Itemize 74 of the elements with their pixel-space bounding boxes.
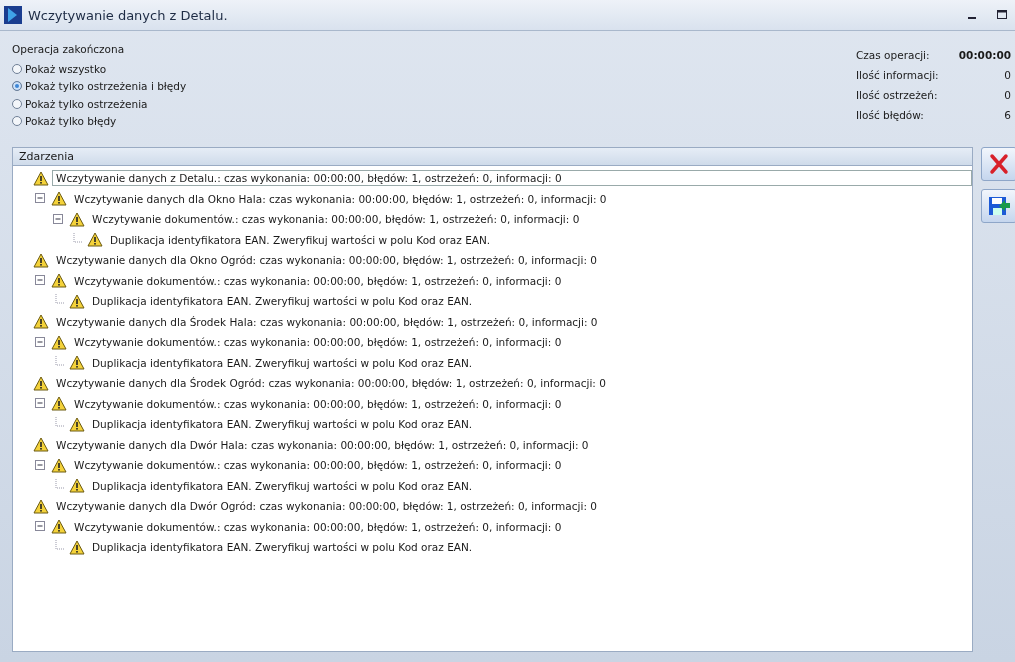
filter-radio[interactable]: Pokaż tylko błędy [12, 112, 187, 130]
status-label: Operacja zakończona [12, 43, 126, 55]
stat-value: 00:00:00 [958, 49, 1011, 61]
radio-icon[interactable] [12, 81, 22, 92]
radio-label: Pokaż tylko ostrzeżenia [25, 97, 148, 110]
stat-label: Ilość informacji: [856, 69, 939, 81]
warning-icon [69, 293, 85, 309]
event-item[interactable]: Wczytywanie dokumentów.: czas wykonania: 00:00:00, błędów: 1, ostrzeżeń: 0, informacji: 0 [70, 518, 566, 535]
collapse-icon[interactable] [35, 336, 46, 348]
event-item[interactable]: Duplikacja identyfikatora EAN. Zweryfikuj wartości w polu Kod oraz EAN. [88, 293, 477, 310]
warning-icon [51, 396, 67, 412]
warning-icon [51, 273, 67, 289]
warning-icon [51, 457, 67, 473]
event-item[interactable]: Wczytywanie danych dla Okno Hala: czas wykonania: 00:00:00, błędów: 1, ostrzeżeń: 0, informacji: 0 [70, 190, 611, 207]
stat-value: 0 [1004, 89, 1011, 101]
filter-radio[interactable]: Pokaż wszystko [12, 60, 187, 78]
radio-label: Pokaż tylko błędy [25, 115, 117, 128]
maximize-icon[interactable] [997, 10, 1007, 20]
collapse-icon[interactable] [35, 398, 46, 410]
warning-icon [51, 191, 67, 207]
radio-icon[interactable] [12, 116, 22, 127]
warning-icon [33, 375, 49, 391]
radio-label: Pokaż wszystko [25, 62, 107, 75]
warning-icon [33, 437, 49, 453]
event-item[interactable]: Wczytywanie danych dla Dwór Ogród: czas wykonania: 00:00:00, błędów: 1, ostrzeżeń: 0, informacji: 0 [52, 498, 601, 515]
event-item[interactable]: Wczytywanie danych dla Dwór Hala: czas wykonania: 00:00:00, błędów: 1, ostrzeżeń: 0, informacji: 0 [52, 436, 593, 453]
radio-label: Pokaż tylko ostrzeżenia i błędy [25, 80, 187, 93]
collapse-icon[interactable] [53, 213, 64, 225]
warning-icon [51, 334, 67, 350]
event-item[interactable]: Wczytywanie dokumentów.: czas wykonania: 00:00:00, błędów: 1, ostrzeżeń: 0, informacji: 0 [70, 395, 566, 412]
filter-radio[interactable]: Pokaż tylko ostrzeżenia i błędy [12, 77, 187, 95]
stat-label: Czas operacji: [856, 49, 930, 61]
collapse-icon[interactable] [35, 521, 46, 533]
warning-icon [33, 252, 49, 268]
collapse-icon[interactable] [35, 459, 46, 471]
stat-value: 6 [1004, 109, 1011, 121]
collapse-icon[interactable] [35, 275, 46, 287]
warning-icon [69, 355, 85, 371]
stat-label: Ilość ostrzeżeń: [856, 89, 938, 101]
event-item[interactable]: Wczytywanie danych dla Środek Hala: czas wykonania: 00:00:00, błędów: 1, ostrzeżeń: 0, informacji: 0 [52, 313, 602, 330]
event-item[interactable]: Wczytywanie dokumentów.: czas wykonania: 00:00:00, błędów: 1, ostrzeżeń: 0, informacji: 0 [70, 334, 566, 351]
warning-icon [33, 498, 49, 514]
event-item[interactable]: Duplikacja identyfikatora EAN. Zweryfikuj wartości w polu Kod oraz EAN. [106, 231, 495, 248]
warning-icon [87, 232, 103, 248]
close-icon [988, 153, 1010, 175]
event-item[interactable]: Wczytywanie dokumentów.: czas wykonania: 00:00:00, błędów: 1, ostrzeżeń: 0, informacji: 0 [88, 211, 584, 228]
event-item[interactable]: Duplikacja identyfikatora EAN. Zweryfikuj wartości w polu Kod oraz EAN. [88, 477, 477, 494]
event-item[interactable]: Duplikacja identyfikatora EAN. Zweryfikuj wartości w polu Kod oraz EAN. [88, 354, 477, 371]
cancel-button[interactable] [981, 147, 1015, 181]
warning-icon [69, 416, 85, 432]
event-item[interactable]: Wczytywanie dokumentów.: czas wykonania: 00:00:00, błędów: 1, ostrzeżeń: 0, informacji: 0 [70, 272, 566, 289]
stat-value: 0 [1004, 69, 1011, 81]
event-item[interactable]: Wczytywanie dokumentów.: czas wykonania: 00:00:00, błędów: 1, ostrzeżeń: 0, informacji: 0 [70, 457, 566, 474]
warning-icon [33, 314, 49, 330]
stat-label: Ilość błędów: [856, 109, 924, 121]
event-item[interactable]: Wczytywanie danych z Detalu.: czas wykonania: 00:00:00, błędów: 1, ostrzeżeń: 0, informacji: 0 [52, 170, 972, 187]
radio-icon[interactable] [12, 63, 22, 74]
warning-icon [69, 211, 85, 227]
event-item[interactable]: Duplikacja identyfikatora EAN. Zweryfikuj wartości w polu Kod oraz EAN. [88, 416, 477, 433]
event-item[interactable]: Wczytywanie danych dla Środek Ogród: czas wykonania: 00:00:00, błędów: 1, ostrzeżeń: 0, informacji: 0 [52, 375, 610, 392]
radio-icon[interactable] [12, 98, 22, 109]
save-button[interactable] [981, 189, 1015, 223]
warning-icon [51, 519, 67, 535]
event-item[interactable]: Duplikacja identyfikatora EAN. Zweryfikuj wartości w polu Kod oraz EAN. [88, 539, 477, 556]
event-item[interactable]: Wczytywanie danych dla Okno Ogród: czas wykonania: 00:00:00, błędów: 1, ostrzeżeń: 0, informacji: 0 [52, 252, 601, 269]
filter-radio[interactable]: Pokaż tylko ostrzeżenia [12, 95, 187, 113]
panel-header: Zdarzenia [13, 148, 972, 166]
window-title: Wczytywanie danych z Detalu. [28, 7, 228, 23]
warning-icon [69, 478, 85, 494]
save-icon [987, 194, 1011, 218]
collapse-icon[interactable] [35, 193, 46, 205]
chevron-logo-icon [4, 6, 22, 24]
warning-icon [33, 170, 49, 186]
warning-icon [69, 539, 85, 555]
